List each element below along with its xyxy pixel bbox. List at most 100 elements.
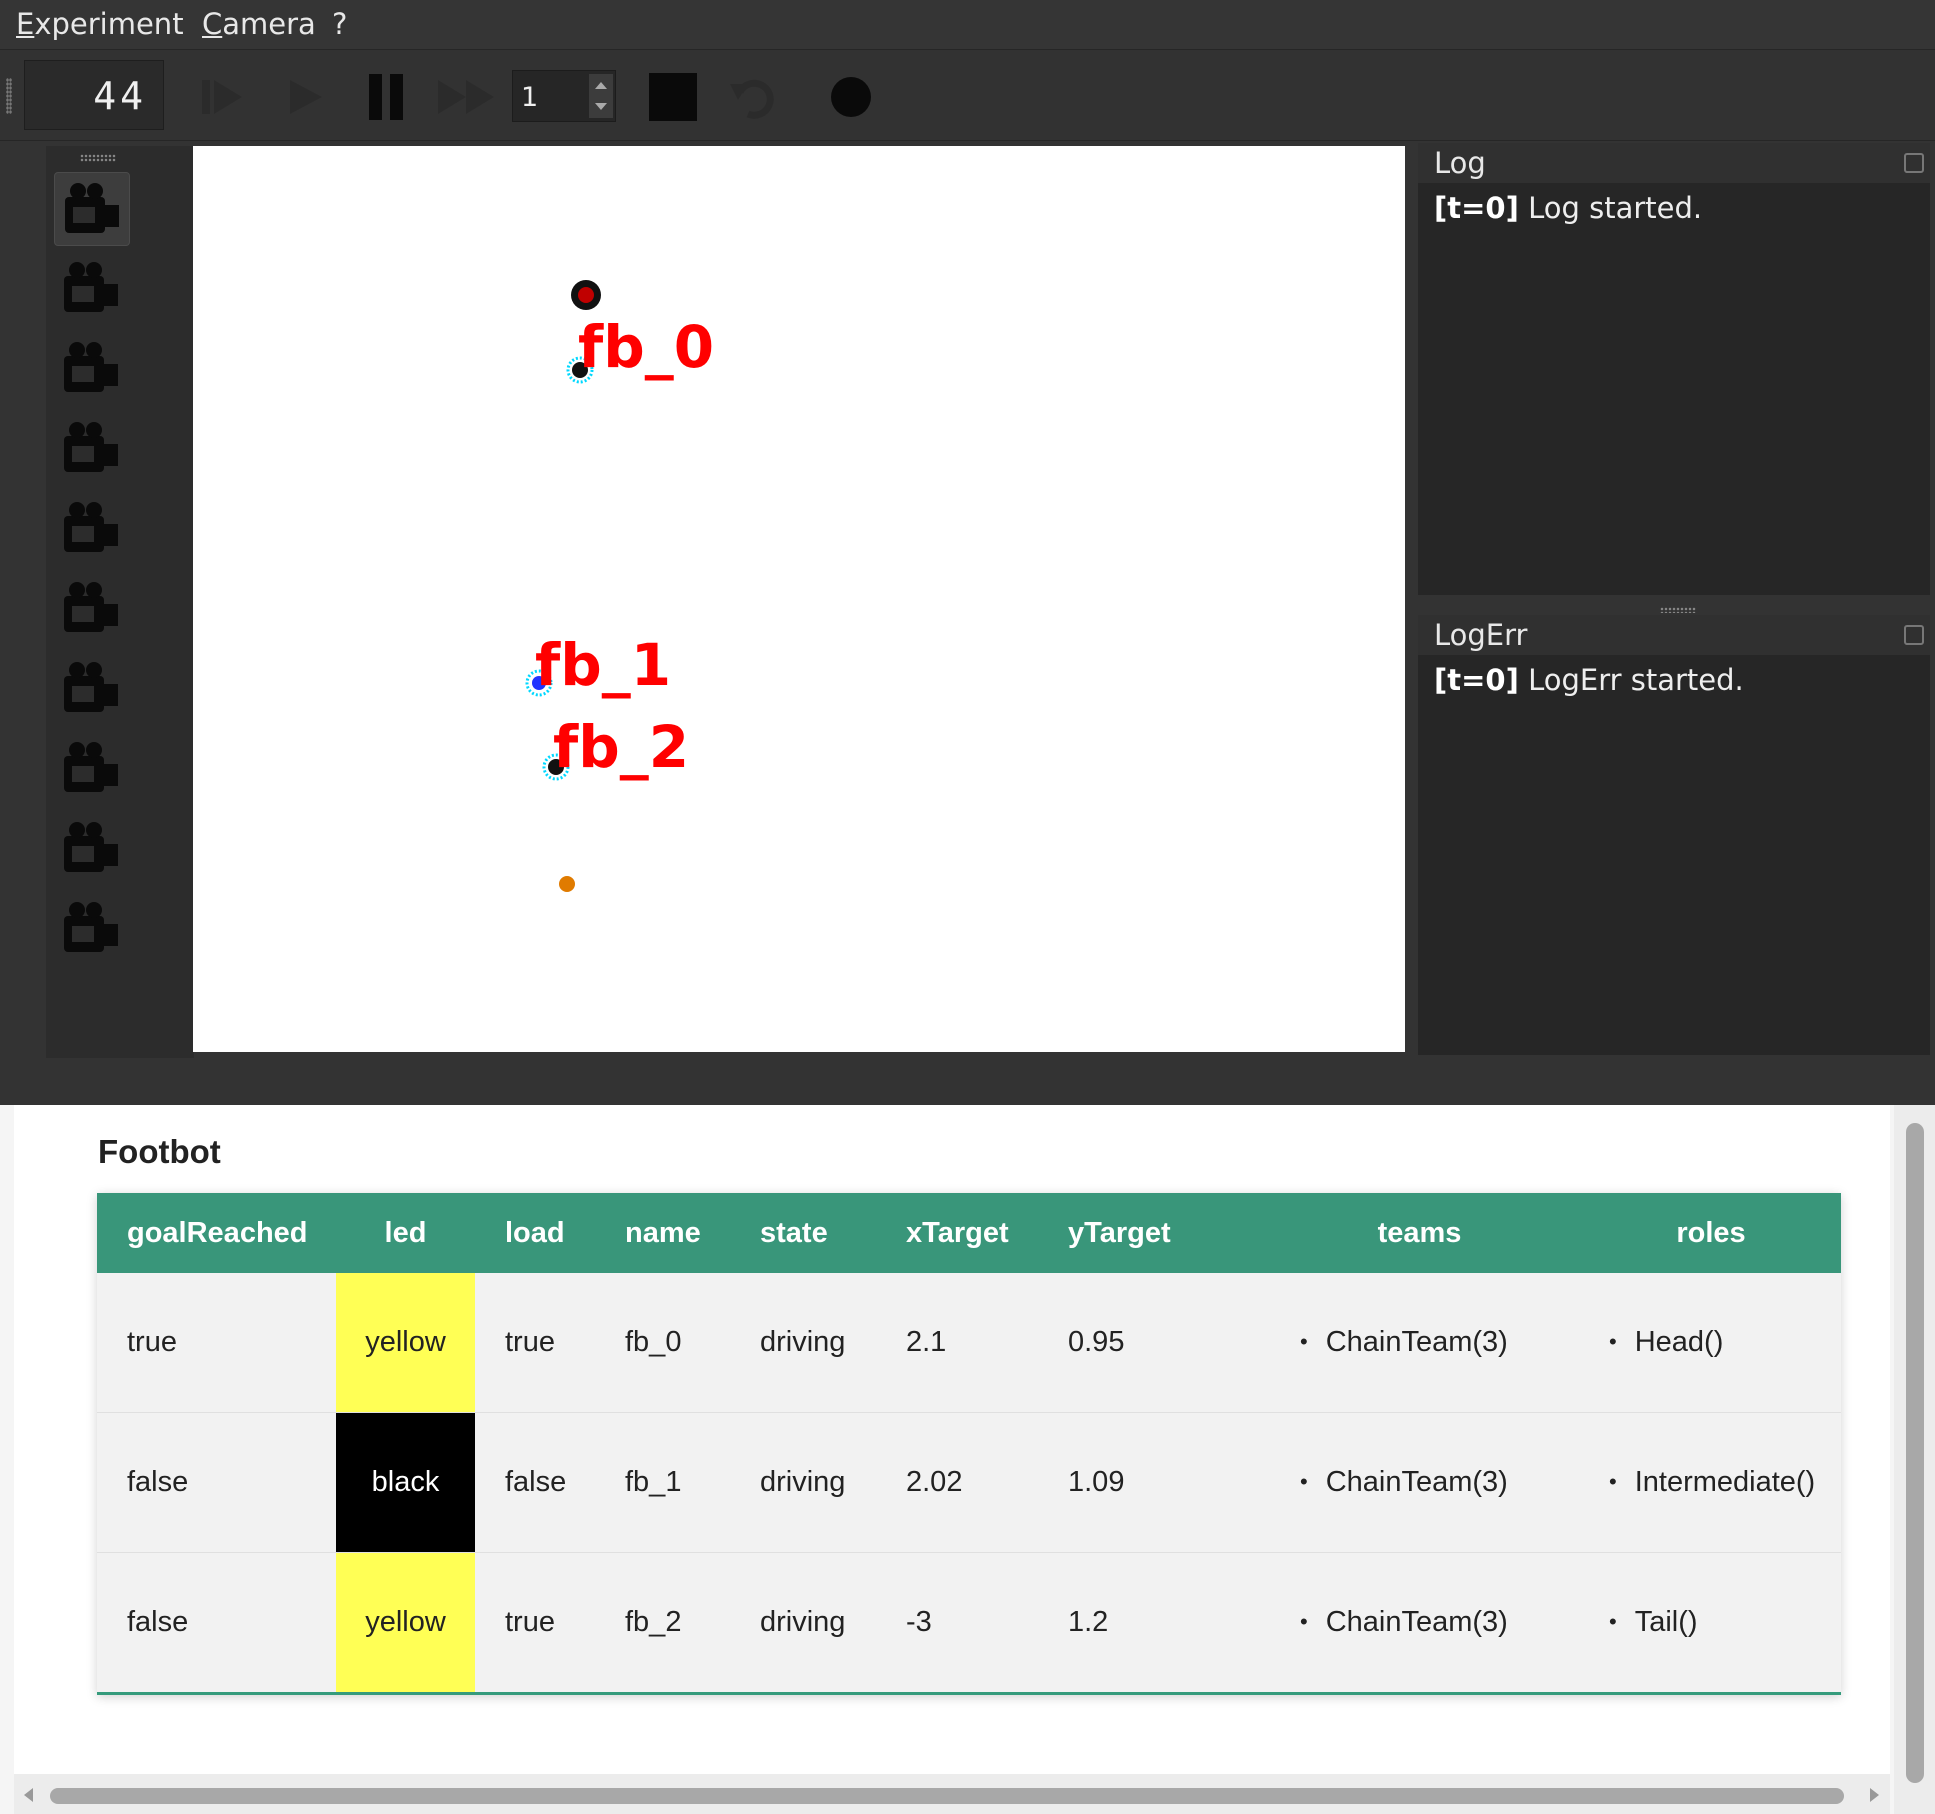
undock-icon[interactable] [1904, 625, 1924, 645]
led-value: yellow [365, 1606, 446, 1638]
footbot-heading: Footbot [98, 1133, 221, 1170]
arena-view[interactable]: fb_0 fb_1 fb_2 [193, 146, 1405, 1052]
log-timestamp: [t=0] [1434, 191, 1519, 225]
col-roles: roles [1581, 1193, 1841, 1273]
scroll-right-icon[interactable] [1870, 1788, 1879, 1802]
load-value: true [505, 1606, 555, 1638]
xtarget-value: 2.1 [906, 1326, 947, 1358]
cell-goalreached: false [97, 1552, 336, 1694]
spin-arrows[interactable] [589, 74, 613, 118]
cell-state: driving [730, 1412, 876, 1553]
state-value: driving [760, 1326, 846, 1358]
light-source-core [578, 287, 594, 303]
teams-value: ChainTeam(3) [1300, 1466, 1508, 1498]
camera-preset-1-button[interactable] [54, 172, 130, 246]
video-camera-icon [64, 742, 118, 792]
cell-name: fb_1 [595, 1412, 730, 1553]
vertical-scrollbar[interactable] [1894, 1105, 1935, 1814]
roles-value: Tail() [1609, 1606, 1698, 1638]
horizontal-scrollbar[interactable] [14, 1774, 1890, 1814]
camera-sidebar-grip[interactable] [80, 154, 116, 162]
cell-name: fb_2 [595, 1552, 730, 1694]
web-content: Footbot goalReached led load name state … [14, 1105, 1890, 1775]
log-splitter[interactable] [1660, 607, 1696, 613]
camera-preset-7-button[interactable] [54, 652, 128, 724]
speed-input[interactable] [519, 77, 593, 117]
menu-help[interactable]: ? [332, 0, 347, 49]
logerr-title: LogErr [1418, 615, 1930, 655]
camera-preset-5-button[interactable] [54, 492, 128, 564]
stop-button[interactable] [646, 70, 700, 124]
web-panel: Footbot goalReached led load name state … [0, 1105, 1935, 1814]
logerr-message: LogErr started. [1528, 663, 1744, 697]
table-header-row: goalReached led load name state xTarget … [97, 1193, 1841, 1273]
col-xtarget: xTarget [876, 1193, 1038, 1273]
camera-preset-8-button[interactable] [54, 732, 128, 804]
cell-name: fb_0 [595, 1273, 730, 1413]
toolbar-grip[interactable] [6, 78, 12, 114]
play-icon [290, 80, 322, 114]
pause-button[interactable] [360, 70, 414, 124]
reset-button[interactable] [726, 70, 780, 124]
cell-xtarget: 2.1 [876, 1273, 1038, 1413]
col-ytarget: yTarget [1038, 1193, 1258, 1273]
scroll-left-icon[interactable] [24, 1788, 33, 1802]
ytarget-value: 1.09 [1068, 1466, 1125, 1498]
pause-icon [369, 74, 403, 120]
name-value: fb_1 [625, 1466, 682, 1498]
menu-bar: Experiment Camera ? [0, 0, 1935, 50]
undock-icon[interactable] [1904, 153, 1924, 173]
cell-led: yellow [336, 1273, 475, 1413]
cell-ytarget: 1.2 [1038, 1552, 1258, 1694]
col-load: load [475, 1193, 595, 1273]
cell-xtarget: -3 [876, 1552, 1038, 1694]
menu-experiment[interactable]: Experiment [16, 0, 184, 49]
log-entry: [t=0] Log started. [1434, 191, 1702, 225]
video-camera-icon [65, 183, 119, 233]
camera-preset-9-button[interactable] [54, 812, 128, 884]
cell-goalreached: false [97, 1412, 336, 1553]
step-button[interactable] [196, 70, 250, 124]
spin-down-icon[interactable] [595, 103, 607, 110]
fast-forward-button[interactable] [434, 70, 494, 124]
menu-camera[interactable]: Camera [202, 0, 316, 49]
camera-preset-6-button[interactable] [54, 572, 128, 644]
camera-preset-10-button[interactable] [54, 892, 128, 964]
cell-teams: ChainTeam(3) [1258, 1412, 1581, 1553]
col-teams: teams [1258, 1193, 1581, 1273]
play-button[interactable] [278, 70, 332, 124]
speed-spinbox[interactable] [512, 70, 616, 122]
record-button[interactable] [824, 70, 878, 124]
cell-teams: ChainTeam(3) [1258, 1552, 1581, 1694]
undo-icon [730, 79, 774, 119]
col-led: led [336, 1193, 475, 1273]
load-value: true [505, 1326, 555, 1358]
cell-state: driving [730, 1552, 876, 1694]
fast-forward-icon [438, 80, 494, 114]
teams-value: ChainTeam(3) [1300, 1606, 1508, 1638]
video-camera-icon [64, 342, 118, 392]
vertical-scroll-thumb[interactable] [1906, 1123, 1924, 1783]
col-goalreached: goalReached [97, 1193, 336, 1273]
robot-label-fb2: fb_2 [553, 713, 690, 781]
video-camera-icon [64, 502, 118, 552]
camera-preset-4-button[interactable] [54, 412, 128, 484]
horizontal-scroll-thumb[interactable] [50, 1788, 1844, 1804]
simulation-toolbar: 44 12 [0, 50, 1935, 188]
load-value: false [505, 1466, 567, 1498]
log-panel: Log [t=0] Log started. [1418, 143, 1930, 595]
step-counter-display: 44 12 [24, 60, 164, 188]
cell-xtarget: 2.02 [876, 1412, 1038, 1553]
log-dock: Log [t=0] Log started. LogErr [t=0] LogE… [1410, 143, 1935, 1055]
camera-preset-3-button[interactable] [54, 332, 128, 404]
video-camera-icon [64, 262, 118, 312]
camera-preset-2-button[interactable] [54, 252, 128, 324]
led-value: black [371, 1466, 440, 1498]
cell-load: true [475, 1552, 595, 1694]
table-row: false yellow true fb_2 driving -3 1.2 ChainTeam… [97, 1552, 1841, 1694]
video-camera-icon [64, 582, 118, 632]
cell-roles: Head() [1581, 1273, 1841, 1413]
footbot-table: goalReached led load name state xTarget … [97, 1193, 1841, 1695]
table-row: true yellow true fb_0 driving 2.1 0.95 ChainTea… [97, 1273, 1841, 1413]
spin-up-icon[interactable] [595, 82, 607, 89]
